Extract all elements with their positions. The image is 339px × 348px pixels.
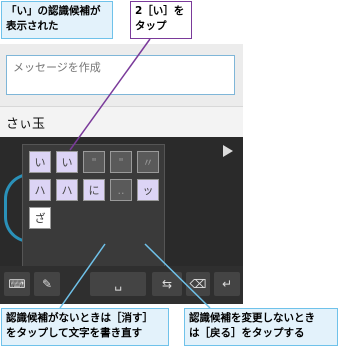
message-area: さぃ玉: [0, 44, 243, 138]
phone-screen: さぃ玉 い い " " 〃 ハ ハ に .. ッ ざ 消す 戻る ⌨ ✎ ␣ ⇆…: [0, 44, 243, 304]
compose-text: さぃ玉: [6, 117, 46, 132]
delete-icon[interactable]: ⌫: [186, 272, 210, 296]
keyboard-bottom-bar: ⌨ ✎ ␣ ⇆ ⌫ ↵: [0, 266, 243, 304]
candidate-za[interactable]: ざ: [29, 207, 51, 229]
callout-back-hint: 認識候補を変更しないとき は［戻る］をタップする: [184, 308, 338, 346]
space-key[interactable]: ␣: [90, 272, 146, 296]
candidate-ha-1[interactable]: ハ: [29, 179, 51, 201]
enter-icon[interactable]: ↵: [214, 272, 240, 296]
message-input[interactable]: [7, 57, 234, 78]
next-arrow-icon[interactable]: [223, 145, 233, 157]
cursor-arrows-icon[interactable]: ⇆: [152, 272, 182, 296]
callout-step-2: 2［い］を タップ: [130, 1, 192, 39]
input-mode-icon[interactable]: ✎: [34, 272, 60, 296]
callout-candidates-shown: 「い」の認識候補が 表示された: [1, 1, 113, 39]
candidate-quote-2[interactable]: ": [110, 151, 132, 173]
candidate-ditto[interactable]: 〃: [137, 151, 159, 173]
callout-erase-hint: 認識候補がないときは［消す］ をタップして文字を書き直す: [1, 308, 169, 346]
candidate-ha-2[interactable]: ハ: [56, 179, 78, 201]
candidate-i-2[interactable]: い: [56, 151, 78, 173]
candidate-quote-1[interactable]: ": [83, 151, 105, 173]
candidate-tsu[interactable]: ッ: [137, 179, 159, 201]
message-box[interactable]: [6, 55, 235, 95]
candidate-i-1[interactable]: い: [29, 151, 51, 173]
keyboard-icon[interactable]: ⌨: [4, 272, 30, 296]
compose-line: さぃ玉: [0, 106, 243, 138]
candidate-dots[interactable]: ..: [110, 179, 132, 201]
candidate-ni[interactable]: に: [83, 179, 105, 201]
